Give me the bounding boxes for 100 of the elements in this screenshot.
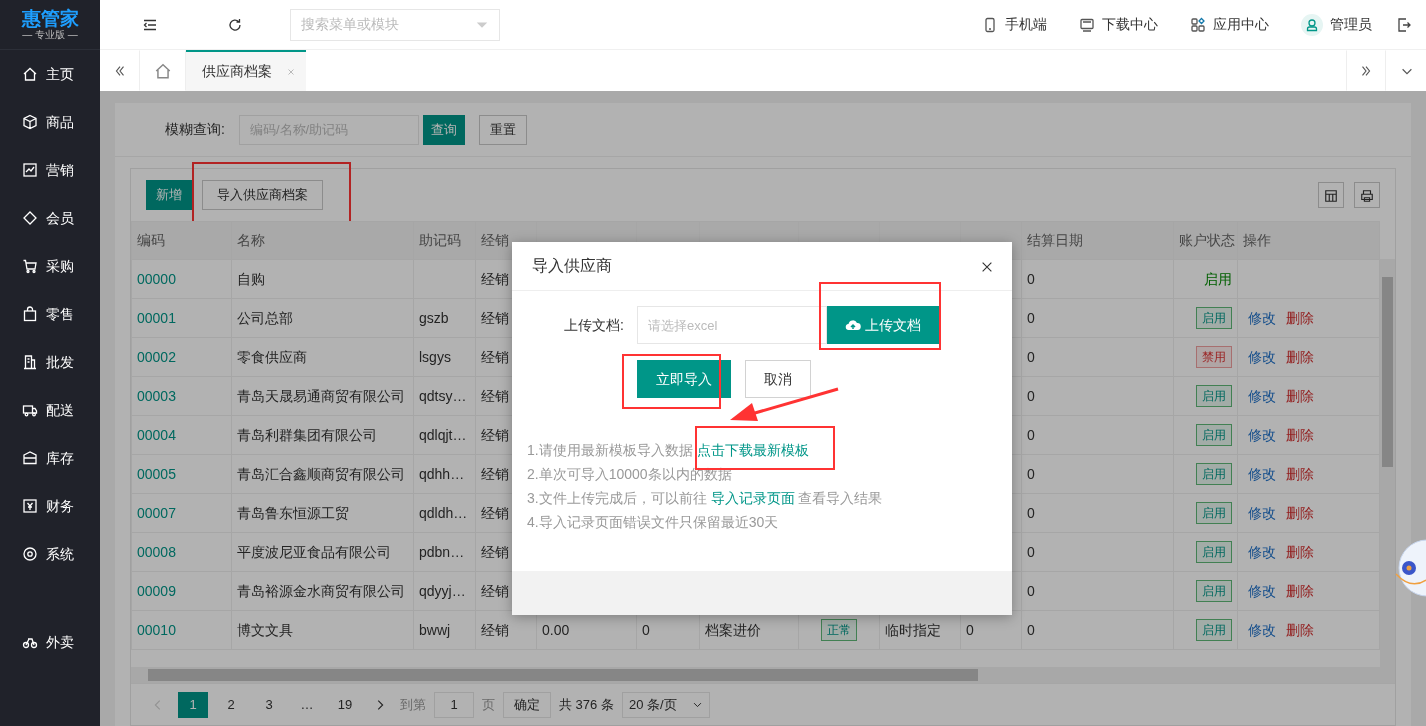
delete-link[interactable]: 删除 [1286, 582, 1314, 599]
table-cell: 0 [1021, 571, 1174, 611]
confirm-button[interactable]: 确定 [503, 691, 551, 718]
table-cell: 0 [1021, 376, 1174, 416]
user-menu[interactable]: 管理员 [1301, 13, 1372, 36]
edit-link[interactable]: 修改 [1248, 621, 1276, 638]
page-button[interactable]: 2 [216, 691, 246, 718]
code-cell: 00000 [131, 259, 232, 299]
page-tab[interactable]: 供应商档案 [186, 50, 306, 91]
horizontal-scrollbar[interactable] [131, 667, 1395, 683]
edit-link[interactable]: 修改 [1248, 465, 1276, 482]
sidebar-item[interactable]: 配送 [0, 386, 100, 434]
export-button[interactable] [1354, 182, 1380, 208]
total-count: 共 376 条 [559, 695, 614, 714]
edit-link[interactable]: 修改 [1248, 543, 1276, 560]
cancel-button[interactable]: 取消 [745, 360, 811, 398]
table-cell: 自购 [231, 259, 414, 299]
cart-icon [22, 258, 38, 274]
page-button[interactable]: 3 [254, 691, 284, 718]
delete-link[interactable]: 删除 [1286, 504, 1314, 521]
sidebar-item[interactable]: 财务 [0, 482, 100, 530]
table-cell: 0 [1021, 454, 1174, 494]
apps-icon [1190, 16, 1206, 33]
vertical-scrollbar[interactable] [1380, 259, 1395, 667]
delete-link[interactable]: 删除 [1286, 309, 1314, 326]
page-button[interactable]: 19 [330, 691, 360, 718]
delete-link[interactable]: 删除 [1286, 426, 1314, 443]
sidebar-item[interactable]: 库存 [0, 434, 100, 482]
status-tag: 启用 [1196, 424, 1232, 446]
goto-label: 到第 [400, 695, 426, 714]
sidebar-item[interactable]: 会员 [0, 194, 100, 242]
reset-button[interactable]: 重置 [478, 114, 527, 145]
import-button[interactable]: 导入供应商档案 [202, 180, 323, 210]
status-tag: 启用 [1196, 307, 1232, 329]
delete-link[interactable]: 删除 [1286, 621, 1314, 638]
phone-icon [982, 16, 998, 33]
edition-label: — 专业版 — [22, 28, 78, 41]
header-link[interactable]: 手机端 [982, 14, 1047, 35]
table-cell: 平度波尼亚食品有限公司 [231, 532, 414, 572]
status-tag: 启用 [1196, 385, 1232, 407]
table-cell: 青岛利群集团有限公司 [231, 415, 414, 455]
table-cell: 公司总部 [231, 298, 414, 338]
column-header: 助记码 [413, 221, 476, 260]
logout-icon [1396, 17, 1412, 34]
link[interactable]: 导入记录页面 [710, 490, 795, 506]
sidebar-item[interactable]: 主页 [0, 50, 100, 98]
home-icon [22, 66, 38, 82]
avatar-icon [1301, 13, 1323, 36]
page-size-select[interactable]: 20 条/页 [621, 691, 710, 718]
edit-link[interactable]: 修改 [1248, 504, 1276, 521]
sidebar-item[interactable]: 批发 [0, 338, 100, 386]
edit-link[interactable]: 修改 [1248, 387, 1276, 404]
warehouse-icon [22, 450, 38, 466]
page-button[interactable]: … [292, 691, 322, 718]
header-link[interactable]: 下载中心 [1079, 14, 1158, 35]
header-link[interactable]: 应用中心 [1190, 14, 1269, 35]
edit-link[interactable]: 修改 [1248, 426, 1276, 443]
file-input[interactable]: 请选择excel [637, 306, 827, 344]
edit-link[interactable]: 修改 [1248, 348, 1276, 365]
link[interactable]: 点击下载最新模板 [696, 442, 809, 458]
sidebar-item[interactable]: 营销 [0, 146, 100, 194]
sidebar-item[interactable]: 商品 [0, 98, 100, 146]
diamond-icon [22, 210, 38, 226]
table-cell: qdldh… [413, 493, 476, 533]
status-tag: 禁用 [1196, 346, 1232, 368]
delete-link[interactable]: 删除 [1286, 387, 1314, 404]
truck-icon [22, 402, 38, 418]
double-right-icon [1359, 63, 1373, 78]
close-icon[interactable] [286, 66, 296, 77]
columns-button[interactable] [1318, 182, 1344, 208]
delete-link[interactable]: 删除 [1286, 348, 1314, 365]
column-header: 名称 [231, 221, 414, 260]
edit-link[interactable]: 修改 [1248, 582, 1276, 599]
import-now-button[interactable]: 立即导入 [637, 360, 731, 398]
code-cell: 00003 [131, 376, 232, 416]
printer-icon [1360, 188, 1374, 203]
table-cell: 0 [1021, 493, 1174, 533]
cube-icon [22, 114, 38, 130]
sidebar-item[interactable]: 零售 [0, 290, 100, 338]
code-cell: 00007 [131, 493, 232, 533]
status-tag: 启用 [1196, 463, 1232, 485]
sidebar-item[interactable]: 外卖 [0, 618, 100, 666]
table-cell: pdbn… [413, 532, 476, 572]
code-cell: 00005 [131, 454, 232, 494]
table-cell: 博文文具 [231, 610, 414, 650]
delete-link[interactable]: 删除 [1286, 465, 1314, 482]
table-cell: 0 [1021, 259, 1174, 299]
bag-icon [22, 306, 38, 322]
sidebar-item[interactable]: 采购 [0, 242, 100, 290]
upload-button[interactable]: 上传文档 [827, 306, 939, 344]
chart-icon [22, 162, 38, 178]
table-cell: qdhh… [413, 454, 476, 494]
edit-link[interactable]: 修改 [1248, 309, 1276, 326]
table-cell: lsgys [413, 337, 476, 377]
logo: 惠管家 [21, 8, 79, 28]
table-cell: qdtsy… [413, 376, 476, 416]
column-header: 结算日期 [1021, 221, 1174, 260]
sidebar-item[interactable]: 系统 [0, 530, 100, 578]
delete-link[interactable]: 删除 [1286, 543, 1314, 560]
page-input[interactable]: 1 [434, 691, 474, 718]
